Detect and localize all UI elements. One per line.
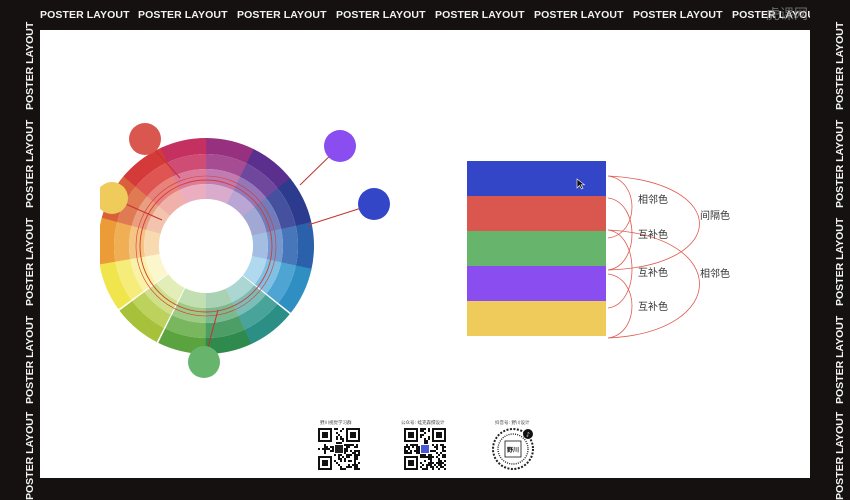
label-adjacent-color: 相邻色: [638, 195, 668, 206]
bracket-complement-3: [607, 273, 633, 339]
label-interval-color: 间隔色: [700, 211, 730, 222]
bracket-complement-1: [607, 197, 633, 271]
label-complementary-color: 互补色: [638, 230, 668, 241]
mouse-cursor-icon: [576, 178, 586, 190]
frame-label: POSTER LAYOUT: [534, 9, 624, 21]
color-marker-blue: [358, 188, 390, 220]
label-complementary-color: 互补色: [638, 302, 668, 313]
bracket-adjacent-2: [607, 229, 700, 339]
qr-code-official-account: [404, 428, 446, 470]
color-marker-purple: [324, 130, 356, 162]
frame-label: POSTER LAYOUT: [24, 411, 36, 500]
poster-canvas: 相邻色 互补色 互补色 互补色 间隔色 相邻色 野川视觉学习群 公众号: 蛙克森…: [40, 30, 810, 478]
frame-label: POSTER LAYOUT: [24, 119, 36, 208]
frame-label: POSTER LAYOUT: [834, 21, 846, 110]
color-bar-green: [467, 231, 606, 266]
color-bar-purple: [467, 266, 606, 301]
douyin-logo-icon: ♪: [526, 432, 530, 439]
frame-label: POSTER LAYOUT: [24, 315, 36, 404]
color-bar-yellow: [467, 301, 606, 336]
douyin-code-seal: 野川 ♪: [492, 428, 534, 470]
poster-frame-top: POSTER LAYOUT POSTER LAYOUT POSTER LAYOUT P…: [0, 0, 850, 30]
qr-code-study-group: [318, 428, 360, 470]
frame-label: POSTER LAYOUT: [633, 9, 723, 21]
bracket-adjacent-1: [607, 175, 633, 239]
qr-caption-official-account: 公众号: 蛙克森撰设计: [401, 421, 445, 426]
frame-label: POSTER LAYOUT: [834, 119, 846, 208]
qr-caption-study-group: 野川视觉学习群: [320, 421, 352, 426]
wheel-segment: [280, 225, 298, 268]
frame-label: POSTER LAYOUT: [834, 315, 846, 404]
wheel-center: [159, 199, 253, 293]
frame-label: POSTER LAYOUT: [834, 411, 846, 500]
frame-label: POSTER LAYOUT: [138, 9, 228, 21]
qr-caption-douyin: 抖音号: 野川设计: [495, 421, 530, 426]
frame-label: POSTER LAYOUT: [237, 9, 327, 21]
frame-label: POSTER LAYOUT: [336, 9, 426, 21]
poster-frame-right: POSTER LAYOUT POSTER LAYOUT POSTER LAYOUT P…: [810, 0, 850, 500]
color-marker-green: [188, 346, 220, 378]
seal-text: 野川: [507, 446, 519, 454]
frame-label: POSTER LAYOUT: [435, 9, 525, 21]
wheel-segment: [251, 232, 268, 261]
frame-label: POSTER LAYOUT: [24, 21, 36, 110]
color-bar-red: [467, 196, 606, 231]
color-wheel: [100, 123, 390, 378]
watermark: 虎课网: [766, 7, 808, 23]
label-complementary-color: 互补色: [638, 268, 668, 279]
frame-label: POSTER LAYOUT: [40, 9, 130, 21]
frame-label: POSTER LAYOUT: [834, 217, 846, 306]
label-adjacent-color: 相邻色: [700, 269, 730, 280]
frame-label: POSTER LAYOUT: [24, 217, 36, 306]
wheel-segment: [295, 221, 314, 271]
color-marker-red: [129, 123, 161, 155]
poster-frame-left: POSTER LAYOUT POSTER LAYOUT POSTER LAYOUT P…: [0, 0, 40, 500]
